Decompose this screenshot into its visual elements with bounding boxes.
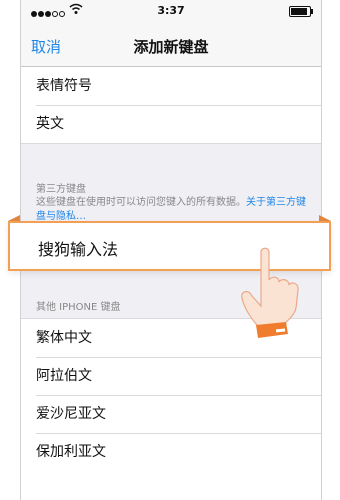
battery-icon <box>289 6 313 17</box>
language-list-top: 表情符号 英文 <box>21 67 321 144</box>
list-item-estonian[interactable]: 爱沙尼亚文 <box>21 395 321 433</box>
third-party-description: 这些键盘在使用时可以访问您键入的所有数据。关于第三方键盘与隐私… <box>36 196 311 224</box>
list-item-bulgarian[interactable]: 保加利亚文 <box>21 433 321 471</box>
sogou-keyboard-label: 搜狗输入法 <box>38 240 119 259</box>
page-title: 添加新键盘 <box>133 38 209 56</box>
other-keyboards-header: 其他 IPHONE 键盘 <box>36 302 121 313</box>
status-time: 3:37 <box>157 4 185 17</box>
status-bar: 3:37 <box>21 0 321 22</box>
other-keyboards-list: 繁体中文 阿拉伯文 爱沙尼亚文 保加利亚文 <box>21 318 321 500</box>
third-party-header: 第三方键盘 <box>36 184 86 195</box>
list-item-english[interactable]: 英文 <box>21 105 321 143</box>
list-item-arabic[interactable]: 阿拉伯文 <box>21 357 321 395</box>
privacy-note: 这些键盘在使用时可以访问您键入的所有数据。 <box>36 197 246 208</box>
navigation-bar: 取消 添加新键盘 <box>21 22 321 67</box>
tapping-hand-icon <box>241 247 299 338</box>
list-item-emoji[interactable]: 表情符号 <box>21 67 321 105</box>
